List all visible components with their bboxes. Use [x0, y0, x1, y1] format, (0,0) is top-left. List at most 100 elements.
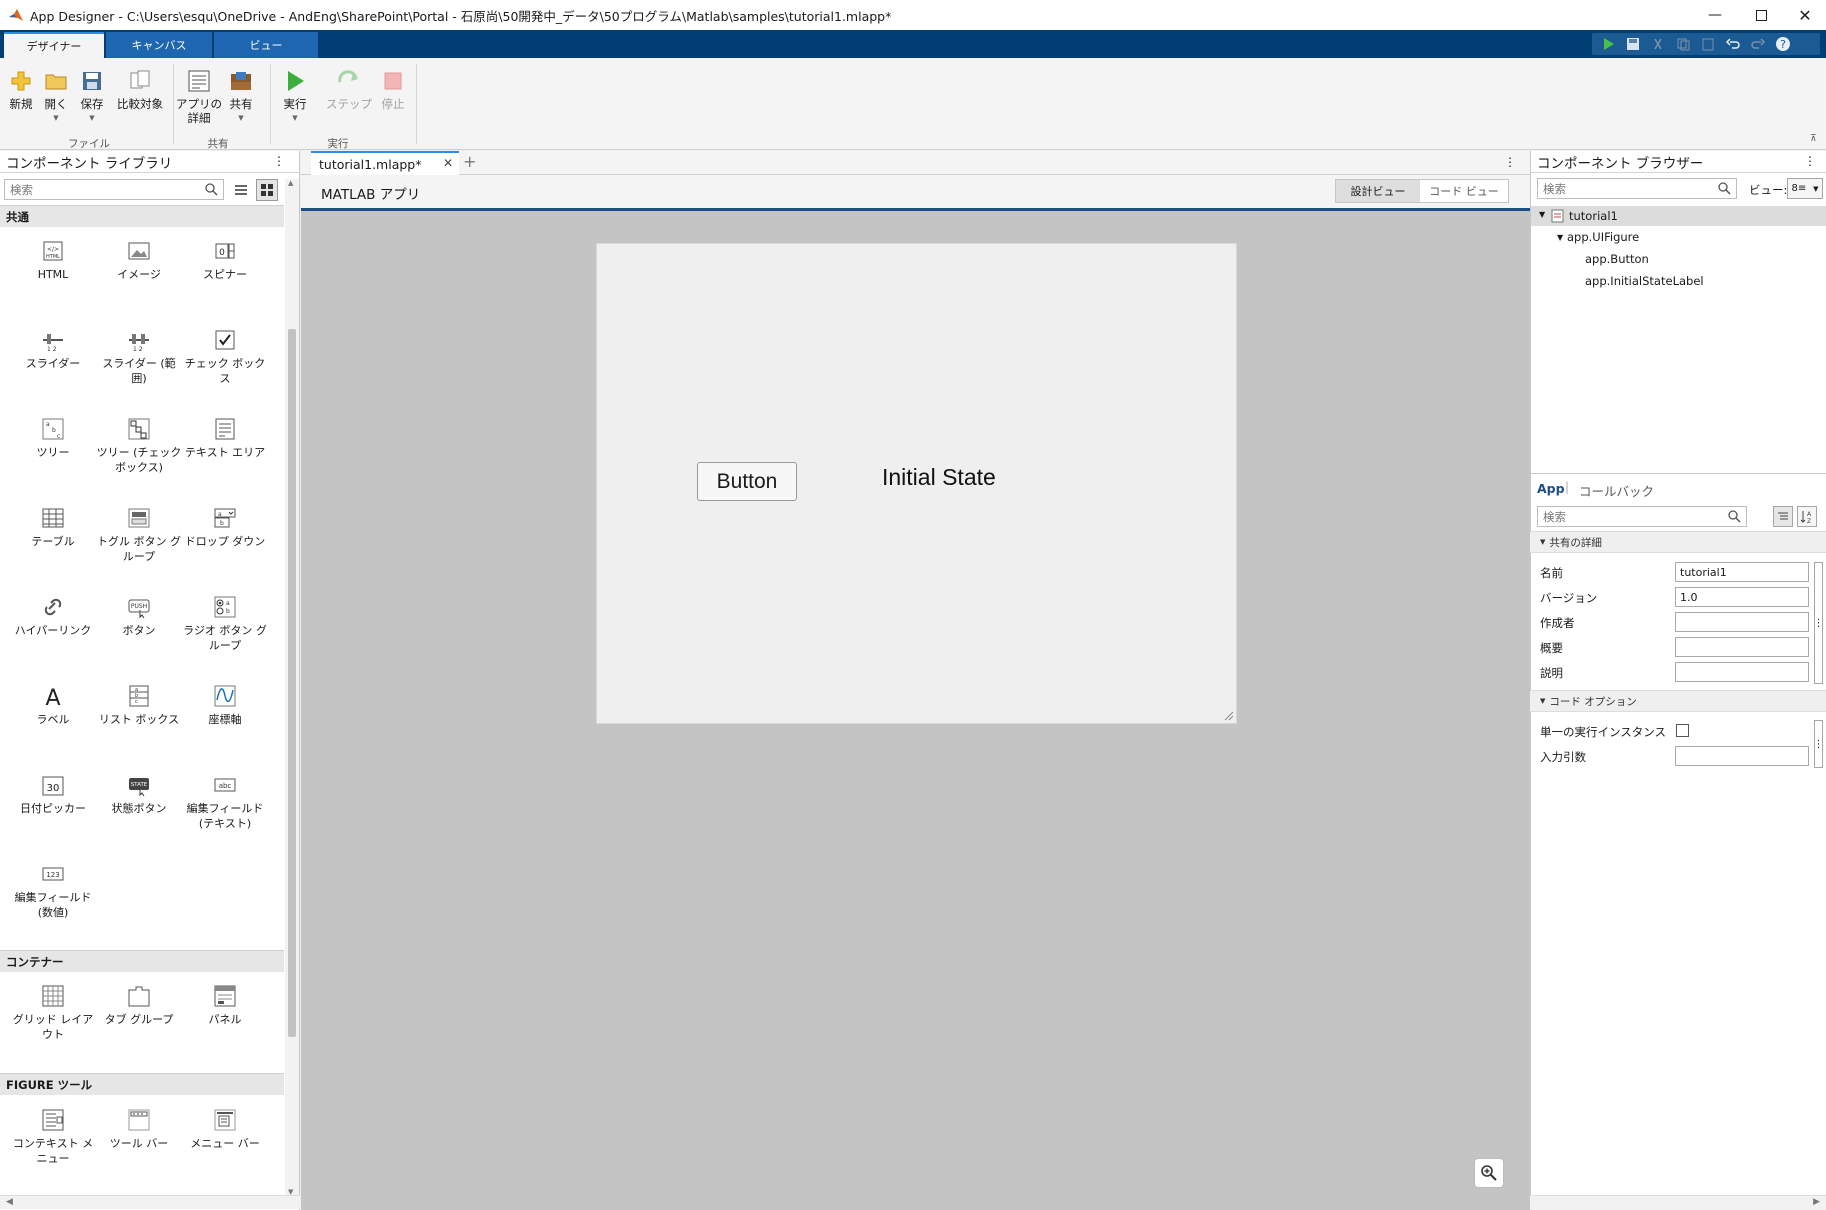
version-field[interactable]: 1.0	[1675, 587, 1809, 607]
tab-callback[interactable]: コールバック	[1579, 481, 1654, 500]
tab-canvas[interactable]: キャンバス	[106, 32, 212, 58]
copy-icon[interactable]	[1675, 36, 1691, 52]
library-item-edit-field-text[interactable]: abc 編集フィールド (テキスト)	[181, 773, 269, 831]
library-item-toolbar[interactable]: ツール バー	[95, 1108, 183, 1151]
minimize-button[interactable]: —	[1692, 0, 1738, 30]
save-icon[interactable]	[1625, 36, 1641, 52]
design-view-button[interactable]: 設計ビュー	[1336, 180, 1420, 202]
section-code-options[interactable]: ▼ コード オプション	[1530, 690, 1826, 712]
library-item-toggle-button-group[interactable]: トグル ボタン グループ	[95, 506, 183, 564]
tab-app[interactable]: App	[1537, 481, 1565, 496]
library-item-label[interactable]: A ラベル	[9, 684, 97, 727]
inspector-horizontal-scrollbar[interactable]: ▶	[1530, 1195, 1826, 1210]
save-button[interactable]: 保存 ▼	[76, 68, 108, 125]
library-scroll-thumb[interactable]	[288, 329, 296, 1037]
sort-alpha-icon[interactable]: AZ	[1797, 506, 1817, 527]
view-dropdown[interactable]: 8≡ ▼	[1787, 178, 1823, 199]
library-item-tree[interactable]: a b c ツリー	[9, 417, 97, 460]
app-details-button[interactable]: アプリの 詳細	[176, 68, 222, 125]
input-args-field[interactable]	[1675, 746, 1809, 766]
expand-icon[interactable]: ▼	[1557, 233, 1563, 242]
redo-icon[interactable]	[1750, 36, 1766, 52]
library-item-context-menu[interactable]: コンテキスト メニュー	[9, 1108, 97, 1166]
step-button[interactable]: ステップ	[326, 68, 372, 111]
library-item-spinner[interactable]: 0 スピナー	[181, 239, 269, 282]
library-item-push-button[interactable]: PUSH ボタン	[95, 595, 183, 638]
compare-button[interactable]: 比較対象	[112, 68, 168, 111]
library-item-list-box[interactable]: a b c リスト ボックス	[95, 684, 183, 727]
library-item-menu-bar[interactable]: メニュー バー	[181, 1108, 269, 1151]
scroll-right-icon[interactable]: ▶	[1813, 1197, 1820, 1207]
tree-item-label[interactable]: app.InitialStateLabel	[1585, 274, 1704, 288]
details-expand-button[interactable]: ⋮	[1814, 562, 1824, 684]
tree-root-row[interactable]: ▼ tutorial1	[1531, 206, 1826, 226]
library-horizontal-scrollbar[interactable]: ◀	[0, 1195, 300, 1209]
library-item-radio-button-group[interactable]: a b ラジオ ボタン グループ	[181, 595, 269, 653]
library-item-panel[interactable]: パネル	[181, 984, 269, 1027]
code-options-expand-button[interactable]: ⋮	[1814, 720, 1824, 768]
inspector-search-input[interactable]: 検索	[1537, 506, 1747, 527]
library-item-image[interactable]: イメージ	[95, 239, 183, 282]
library-item-grid-layout[interactable]: グリッド レイアウト	[9, 984, 97, 1042]
open-button[interactable]: 開く ▼	[40, 68, 72, 125]
browser-search-input[interactable]: 検索	[1537, 178, 1737, 199]
grid-view-icon[interactable]	[256, 179, 278, 201]
more-options-icon[interactable]: ⋮	[273, 154, 285, 168]
library-item-tab-group[interactable]: タブ グループ	[95, 984, 183, 1027]
tree-item-uifigure[interactable]: app.UIFigure	[1567, 230, 1639, 244]
share-button[interactable]: 共有 ▼	[224, 68, 258, 125]
collapse-ribbon-icon[interactable]: ⊼	[1810, 134, 1817, 144]
scroll-up-icon[interactable]: ▲	[288, 179, 293, 187]
maximize-button[interactable]	[1738, 0, 1784, 30]
list-view-icon[interactable]	[232, 181, 250, 199]
single-instance-checkbox[interactable]	[1676, 724, 1689, 737]
library-item-html[interactable]: </> HTML HTML	[9, 239, 97, 282]
stop-button[interactable]: 停止	[376, 68, 410, 111]
name-field[interactable]: tutorial1	[1675, 562, 1809, 582]
library-item-dropdown[interactable]: a b ドロップ ダウン	[181, 506, 269, 549]
close-window-button[interactable]: ✕	[1782, 0, 1826, 30]
library-item-axes[interactable]: 座標軸	[181, 684, 269, 727]
ui-figure[interactable]: Button Initial State	[596, 243, 1237, 724]
close-tab-icon[interactable]: ✕	[443, 156, 453, 170]
undo-icon[interactable]	[1725, 36, 1741, 52]
author-field[interactable]	[1675, 612, 1809, 632]
library-search-input[interactable]: 検索	[4, 179, 224, 200]
library-item-range-slider[interactable]: 1 2 スライダー (範囲)	[95, 328, 183, 386]
paste-icon[interactable]	[1700, 36, 1716, 52]
library-item-checkbox-tree[interactable]: ツリー (チェック ボックス)	[95, 417, 183, 475]
more-options-icon[interactable]: ⋮	[1804, 154, 1816, 168]
expand-icon[interactable]: ▼	[1539, 210, 1545, 219]
tab-designer[interactable]: デザイナー	[4, 32, 104, 58]
scroll-left-icon[interactable]: ◀	[6, 1197, 13, 1207]
library-item-table[interactable]: テーブル	[9, 506, 97, 549]
library-item-text-area[interactable]: テキスト エリア	[181, 417, 269, 460]
library-item-state-button[interactable]: STATE 状態ボタン	[95, 773, 183, 816]
tab-view[interactable]: ビュー	[214, 32, 318, 58]
resize-handle-icon[interactable]	[1222, 709, 1234, 721]
library-item-edit-field-numeric[interactable]: 123 編集フィールド (数値)	[9, 862, 97, 920]
code-view-button[interactable]: コード ビュー	[1420, 180, 1508, 202]
add-tab-icon[interactable]: +	[463, 152, 476, 171]
library-item-checkbox[interactable]: チェック ボックス	[181, 328, 269, 386]
library-item-date-picker[interactable]: 30 日付ピッカー	[9, 773, 97, 816]
zoom-button[interactable]	[1474, 1158, 1504, 1188]
app-button[interactable]: Button	[697, 462, 797, 501]
library-item-slider[interactable]: 1 2 スライダー	[9, 328, 97, 371]
run-icon[interactable]	[1600, 36, 1616, 52]
tree-item-button[interactable]: app.Button	[1585, 252, 1649, 266]
design-canvas[interactable]: Button Initial State	[301, 211, 1530, 1210]
grouped-view-icon[interactable]	[1773, 506, 1793, 527]
initial-state-label[interactable]: Initial State	[882, 464, 996, 491]
run-button[interactable]: 実行 ▼	[278, 68, 312, 125]
summary-field[interactable]	[1675, 637, 1809, 657]
help-icon[interactable]: ?	[1775, 36, 1791, 52]
tab-tutorial1[interactable]: tutorial1.mlapp* ✕	[311, 151, 459, 175]
section-app-details[interactable]: ▼ 共有の詳細	[1530, 531, 1826, 553]
more-options-icon[interactable]: ⋮	[1504, 155, 1516, 169]
library-scrollbar[interactable]: ▲ ▼	[285, 179, 299, 1196]
library-item-hyperlink[interactable]: ハイパーリンク	[9, 595, 97, 638]
description-field[interactable]	[1675, 662, 1809, 682]
new-button[interactable]: 新規	[6, 68, 36, 111]
cut-icon[interactable]	[1650, 36, 1666, 52]
